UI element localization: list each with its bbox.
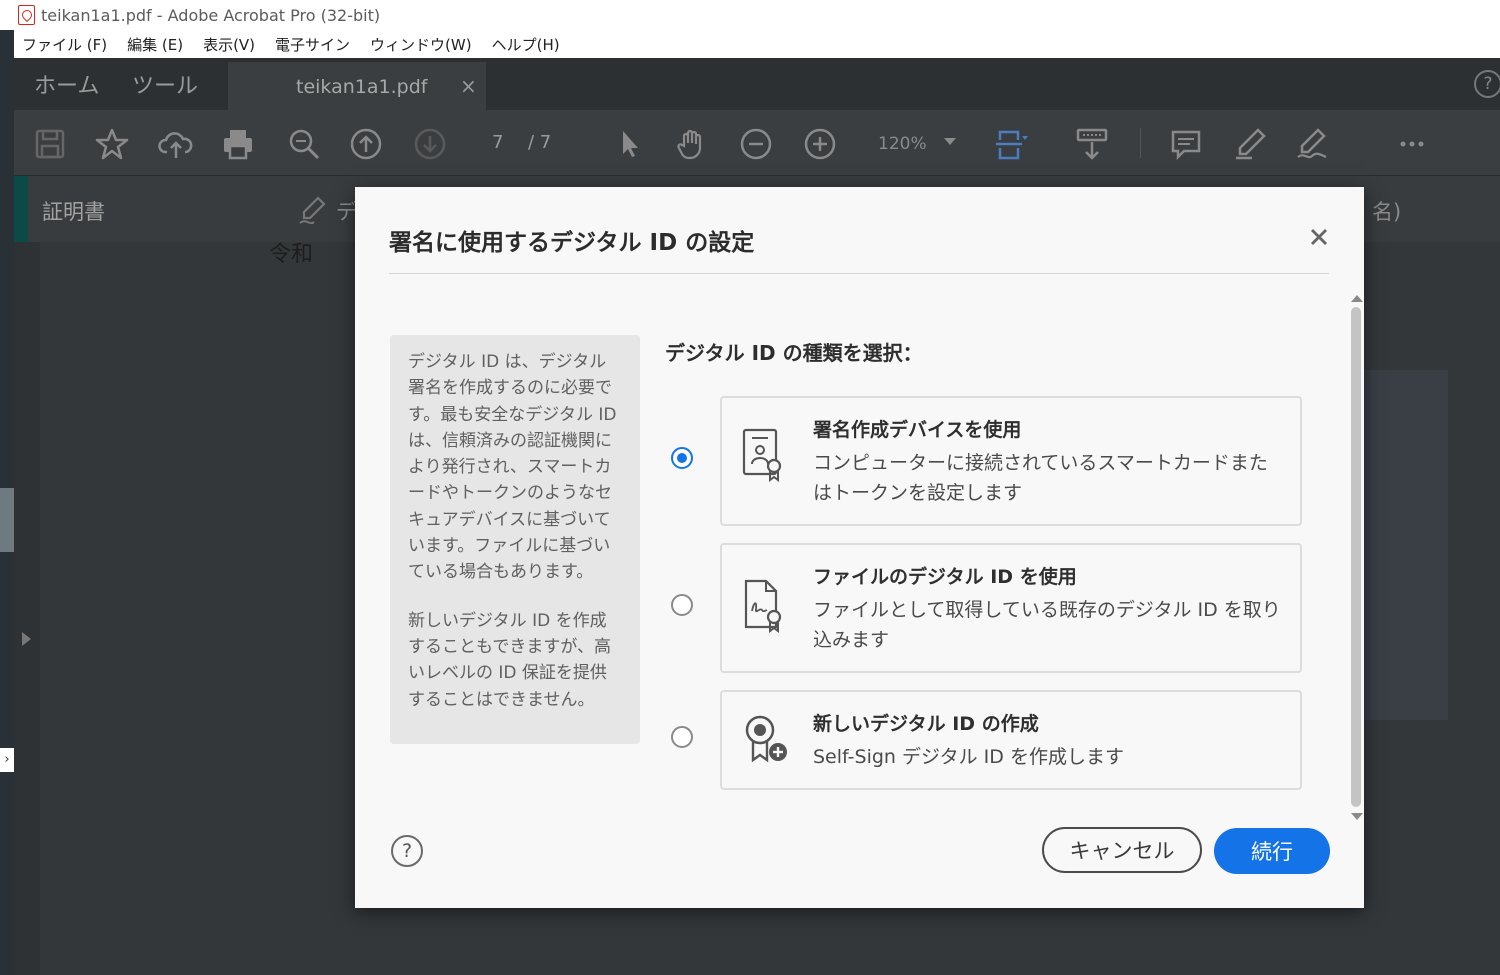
- page-total: / 7: [528, 132, 552, 153]
- select-cursor-icon[interactable]: [612, 126, 648, 162]
- certificate-bar-accent: [14, 176, 28, 242]
- menu-window[interactable]: ウィンドウ(W): [370, 34, 472, 55]
- menu-edit[interactable]: 編集 (E): [127, 34, 183, 55]
- window-titlebar: teikan1a1.pdf - Adobe Acrobat Pro (32-bi…: [0, 0, 1500, 30]
- page-number-input[interactable]: 7: [492, 132, 503, 153]
- option-title-signing-device: 署名作成デバイスを使用: [813, 419, 1022, 441]
- option-desc-new-digital-id: Self-Sign デジタル ID を作成します: [813, 746, 1124, 768]
- document-tab-close-icon[interactable]: ×: [460, 74, 477, 98]
- document-tab[interactable]: teikan1a1.pdf ×: [228, 62, 486, 110]
- menu-file[interactable]: ファイル (F): [22, 34, 107, 55]
- cancel-button[interactable]: キャンセル: [1042, 827, 1202, 873]
- option-title-new-digital-id: 新しいデジタル ID の作成: [813, 713, 1039, 735]
- app-toolbar: 7 / 7 120%: [14, 110, 1500, 176]
- left-window-strip: ›: [0, 30, 14, 975]
- cloud-upload-icon[interactable]: [158, 126, 194, 162]
- highlight-pen-icon[interactable]: [1232, 126, 1268, 162]
- info-paragraph-1: デジタル ID は、デジタル署名を作成するのに必要です。最も安全なデジタル ID…: [408, 352, 617, 583]
- zoom-out-icon[interactable]: [738, 126, 774, 162]
- digital-id-dialog: 署名に使用するデジタル ID の設定 デジタル ID は、デジタル署名を作成する…: [355, 187, 1364, 908]
- tab-home[interactable]: ホーム: [34, 68, 99, 100]
- id-type-heading: デジタル ID の種類を選択：: [665, 341, 923, 365]
- document-tab-name: teikan1a1.pdf: [296, 76, 428, 98]
- document-page-edge: [1364, 370, 1448, 720]
- dialog-divider: [389, 273, 1329, 274]
- menubar: ファイル (F) 編集 (E) 表示(V) 電子サイン ウィンドウ(W) ヘルプ…: [14, 30, 1500, 58]
- certificate-label: 証明書: [42, 200, 105, 224]
- certificate-bar-right-text: 名): [1372, 200, 1402, 224]
- digital-sign-icon[interactable]: [296, 192, 332, 232]
- left-strip-scroll-thumb[interactable]: [0, 488, 14, 552]
- zoom-level[interactable]: 120%: [878, 134, 927, 154]
- save-icon[interactable]: [32, 126, 68, 162]
- zoom-dropdown-icon[interactable]: [944, 138, 956, 145]
- new-certificate-icon: [740, 712, 792, 772]
- dialog-help-icon[interactable]: ?: [391, 835, 423, 867]
- device-certificate-icon: [740, 426, 788, 490]
- expand-arrow-icon[interactable]: ›: [0, 748, 14, 772]
- pdf-file-icon: [18, 5, 35, 25]
- app-help-icon[interactable]: ?: [1474, 70, 1500, 98]
- document-page-text: 令和: [269, 242, 314, 267]
- option-card-signing-device[interactable]: 署名作成デバイスを使用 コンピューターに接続されているスマートカードまたはトーク…: [720, 396, 1302, 526]
- menu-view[interactable]: 表示(V): [203, 34, 255, 55]
- option-desc-file-digital-id: ファイルとして取得している既存のデジタル ID を取り込みます: [813, 599, 1281, 651]
- expand-pane-icon[interactable]: [22, 632, 31, 646]
- star-icon[interactable]: [94, 126, 130, 162]
- toolbar-separator: [1140, 128, 1141, 158]
- radio-signing-device[interactable]: [671, 447, 693, 469]
- info-paragraph-2: 新しいデジタル ID を作成することもできますが、高いレベルの ID 保証を提供…: [408, 610, 611, 710]
- info-panel: デジタル ID は、デジタル署名を作成するのに必要です。最も安全なデジタル ID…: [390, 335, 640, 744]
- dialog-title: 署名に使用するデジタル ID の設定: [389, 230, 755, 256]
- continue-button[interactable]: 続行: [1214, 828, 1330, 874]
- page-up-icon[interactable]: [348, 126, 384, 162]
- comment-icon[interactable]: [1168, 126, 1204, 162]
- more-options-icon[interactable]: [1394, 126, 1430, 162]
- option-desc-signing-device: コンピューターに接続されているスマートカードまたはトークンを設定します: [813, 452, 1268, 504]
- menu-esign[interactable]: 電子サイン: [275, 34, 350, 55]
- option-card-file-digital-id[interactable]: ファイルのデジタル ID を使用 ファイルとして取得している既存のデジタル ID…: [720, 543, 1302, 673]
- scroll-mode-icon[interactable]: [1074, 126, 1110, 162]
- option-card-new-digital-id[interactable]: 新しいデジタル ID の作成 Self-Sign デジタル ID を作成します: [720, 690, 1302, 790]
- tab-tools[interactable]: ツール: [132, 68, 198, 100]
- radio-file-digital-id[interactable]: [671, 594, 693, 616]
- radio-new-digital-id[interactable]: [671, 726, 693, 748]
- search-icon[interactable]: [286, 126, 322, 162]
- file-certificate-icon: [740, 577, 788, 641]
- dialog-scrollbar[interactable]: [1349, 295, 1363, 825]
- scroll-down-icon[interactable]: [1351, 813, 1363, 820]
- hand-tool-icon[interactable]: [674, 126, 710, 162]
- certificate-bar-text: デ: [336, 200, 357, 224]
- print-icon[interactable]: [220, 126, 256, 162]
- scroll-up-icon[interactable]: [1351, 295, 1363, 302]
- page-down-icon[interactable]: [412, 126, 448, 162]
- scroll-thumb[interactable]: [1351, 307, 1361, 807]
- option-title-file-digital-id: ファイルのデジタル ID を使用: [813, 566, 1077, 588]
- zoom-in-icon[interactable]: [802, 126, 838, 162]
- page-fit-icon[interactable]: [994, 126, 1030, 162]
- menu-help[interactable]: ヘルプ(H): [492, 34, 560, 55]
- close-icon[interactable]: [1307, 225, 1331, 249]
- sign-icon[interactable]: [1294, 126, 1330, 162]
- app-tabbar: ホーム ツール teikan1a1.pdf × ?: [14, 58, 1500, 110]
- navigation-pane: [14, 242, 40, 975]
- window-title: teikan1a1.pdf - Adobe Acrobat Pro (32-bi…: [41, 5, 381, 25]
